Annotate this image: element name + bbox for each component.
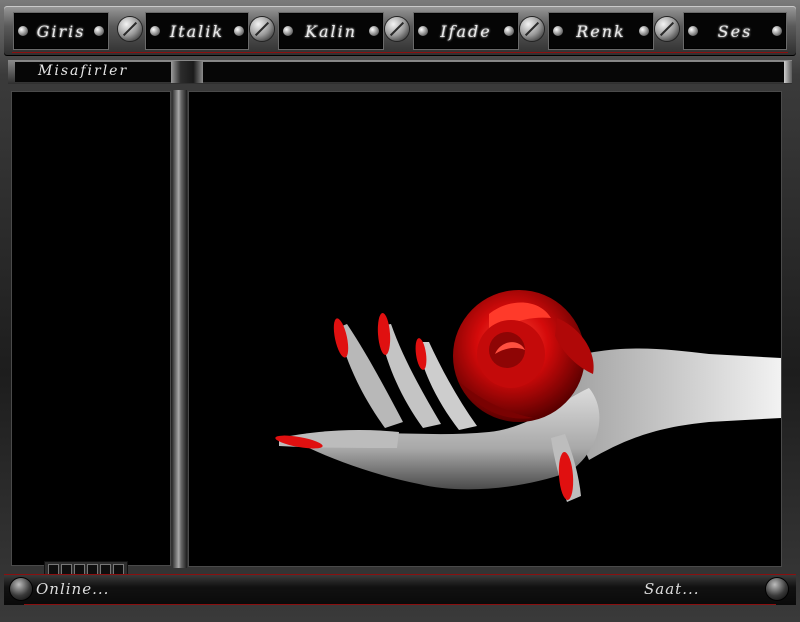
top-toolbar: Giris Italik Kalin Ifade Renk Ses (4, 6, 796, 56)
screw-icon (118, 17, 142, 41)
kalin-button[interactable]: Kalin (279, 13, 383, 49)
toolbar-accent-line (12, 52, 788, 53)
ifade-button[interactable]: Ifade (414, 13, 518, 49)
italik-button-label: Italik (169, 22, 225, 41)
hand-rose-illustration (275, 290, 781, 502)
renk-button-label: Renk (576, 22, 626, 41)
sidebar-title: Misafirler (38, 63, 129, 79)
rivet-icon (418, 26, 428, 36)
header-strip-bar (15, 62, 785, 82)
rivet-icon (553, 26, 563, 36)
online-orb-icon[interactable] (10, 578, 32, 600)
app-window: Giris Italik Kalin Ifade Renk Ses Misafi… (0, 0, 800, 622)
ses-button[interactable]: Ses (684, 13, 786, 49)
italik-button[interactable]: Italik (146, 13, 248, 49)
clock-orb-icon[interactable] (766, 578, 788, 600)
ifade-button-label: Ifade (440, 22, 492, 41)
online-status: Online... (36, 580, 110, 598)
status-bar: Online... Saat... (4, 574, 796, 605)
screw-icon (655, 17, 679, 41)
clock-display: Saat... (644, 580, 700, 598)
rivet-icon (234, 26, 244, 36)
screw-icon (520, 17, 544, 41)
chat-panel[interactable] (189, 92, 781, 566)
guest-list-panel[interactable] (12, 92, 170, 565)
rivet-icon (772, 26, 782, 36)
renk-button[interactable]: Renk (549, 13, 653, 49)
rivet-icon (688, 26, 698, 36)
screw-icon (385, 17, 409, 41)
giris-button-label: Giris (36, 22, 86, 41)
rivet-icon (369, 26, 379, 36)
header-strip: Misafirler (8, 60, 792, 84)
rivet-icon (150, 26, 160, 36)
rivet-icon (283, 26, 293, 36)
panel-divider (172, 90, 187, 568)
screw-icon (250, 17, 274, 41)
kalin-button-label: Kalin (304, 22, 358, 41)
giris-button[interactable]: Giris (14, 13, 108, 49)
rivet-icon (639, 26, 649, 36)
footer-accent-line (24, 604, 776, 605)
ses-button-label: Ses (717, 22, 753, 41)
rivet-icon (18, 26, 28, 36)
rivet-icon (94, 26, 104, 36)
header-knob (171, 61, 203, 83)
rivet-icon (504, 26, 514, 36)
header-strip-end (784, 61, 792, 83)
